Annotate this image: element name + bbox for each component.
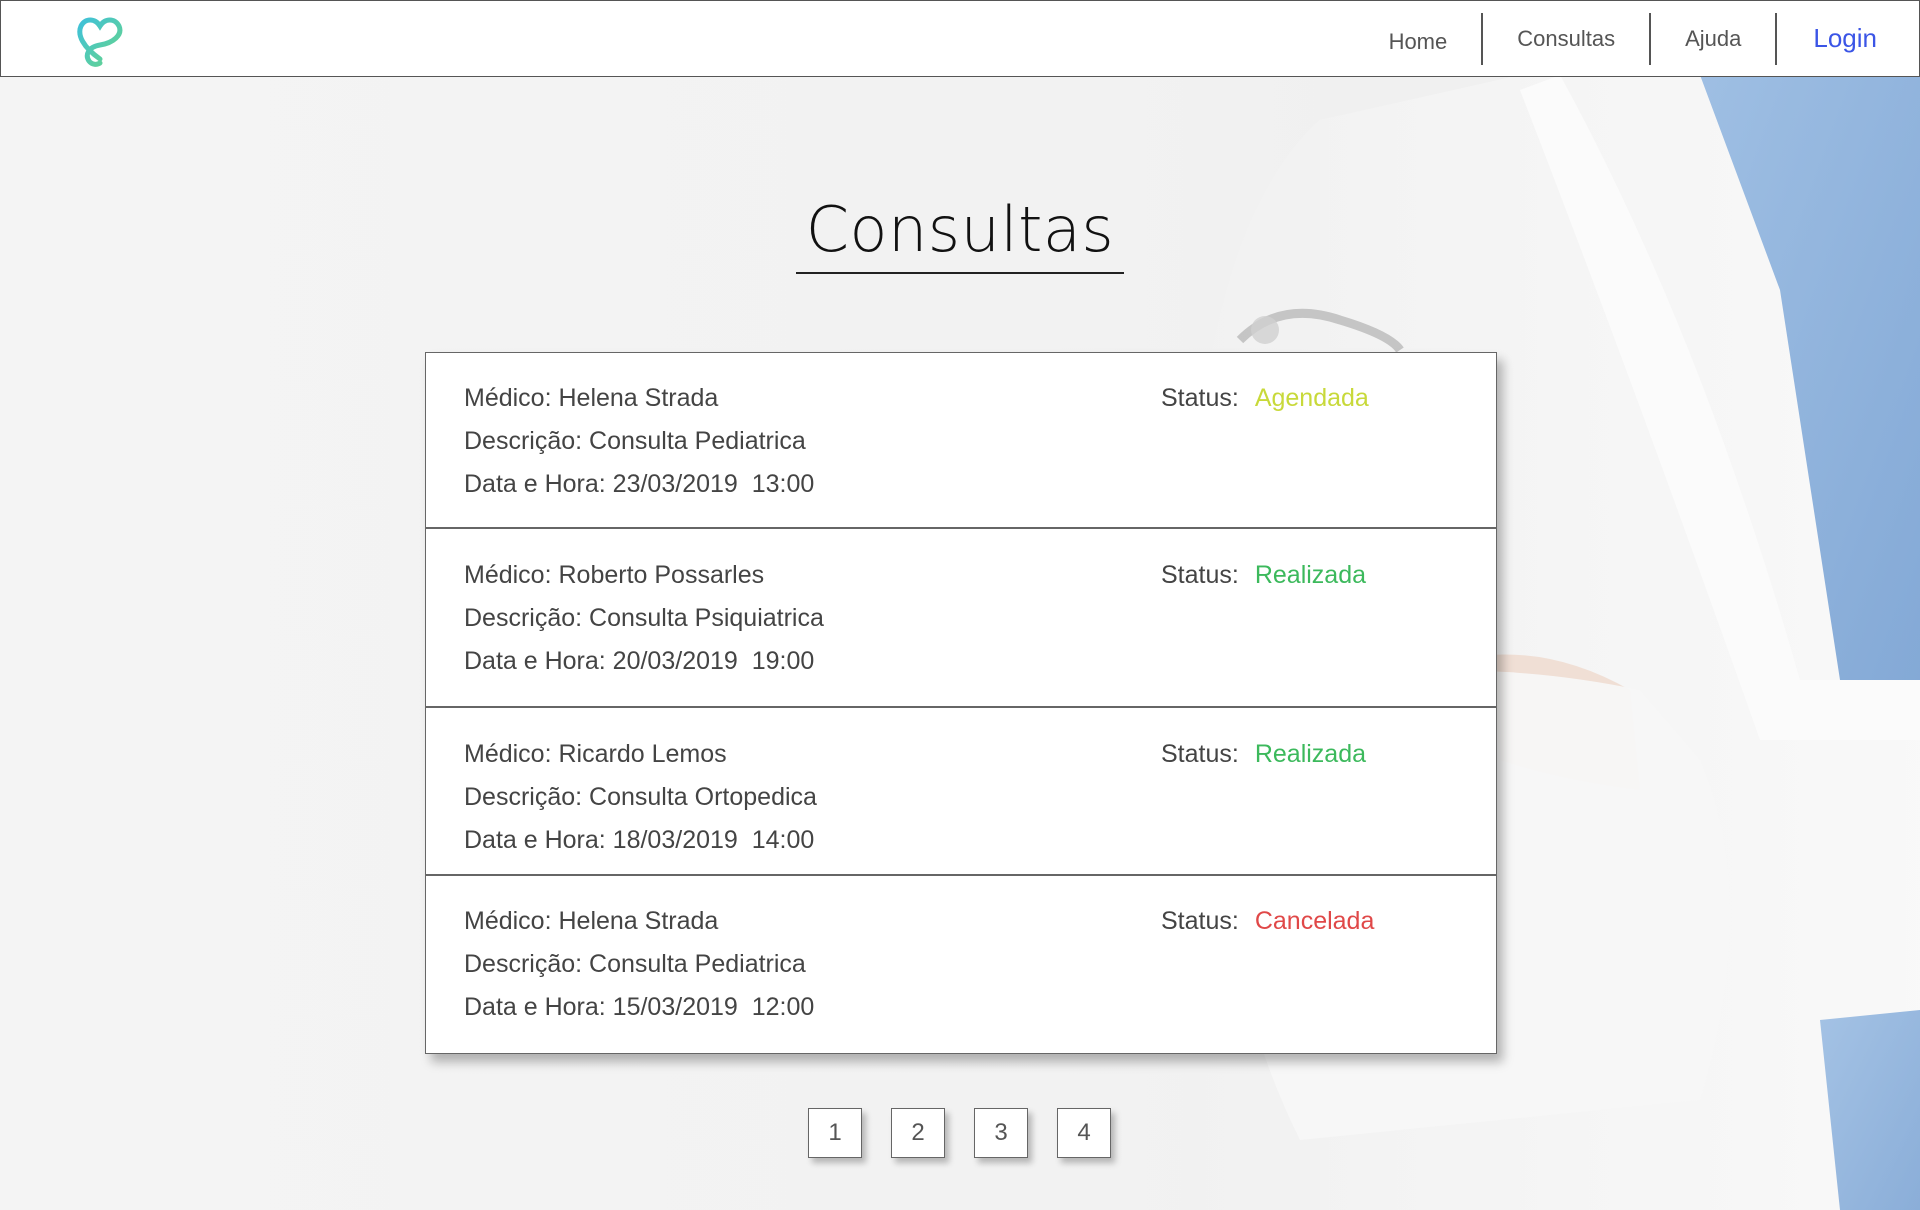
- page-4-button[interactable]: 4: [1057, 1108, 1111, 1158]
- top-navbar: Home Consultas Ajuda Login: [0, 0, 1920, 77]
- descricao-text: Descrição: Consulta Pediatrica: [464, 427, 806, 455]
- nav-login-link[interactable]: Login: [1777, 13, 1919, 65]
- status-label: Status:: [1161, 384, 1239, 412]
- main-nav: Home Consultas Ajuda Login: [1355, 1, 1919, 76]
- status-label: Status:: [1161, 907, 1239, 935]
- status-row: Status: Cancelada: [1161, 900, 1374, 943]
- title-underline: [796, 272, 1124, 274]
- consultas-list: Status: Agendada Médico: Helena Strada De…: [425, 352, 1497, 1054]
- data-hora-text: Data e Hora: 20/03/2019 19:00: [464, 647, 815, 675]
- nav-ajuda-link[interactable]: Ajuda: [1651, 13, 1775, 65]
- status-value: Cancelada: [1254, 907, 1375, 935]
- page-title-block: Consultas: [796, 190, 1124, 274]
- status-row: Status: Realizada: [1161, 733, 1366, 776]
- page-2-button[interactable]: 2: [891, 1108, 945, 1158]
- consulta-card[interactable]: Status: Realizada Médico: Ricardo Lemos D…: [426, 708, 1496, 876]
- descricao-text: Descrição: Consulta Ortopedica: [464, 783, 817, 811]
- consulta-card[interactable]: Status: Agendada Médico: Helena Strada De…: [426, 353, 1496, 529]
- page-title: Consultas: [805, 193, 1115, 266]
- status-value: Realizada: [1254, 740, 1367, 768]
- status-row: Status: Agendada: [1161, 377, 1369, 420]
- pagination: 1 2 3 4: [808, 1108, 1140, 1158]
- consulta-card[interactable]: Status: Cancelada Médico: Helena Strada D…: [426, 876, 1496, 1053]
- status-label: Status:: [1161, 561, 1239, 589]
- consulta-card[interactable]: Status: Realizada Médico: Roberto Possarl…: [426, 529, 1496, 708]
- heart-s-logo-icon[interactable]: [73, 13, 127, 67]
- nav-home-link[interactable]: Home: [1355, 10, 1482, 68]
- status-value: Agendada: [1254, 384, 1369, 412]
- data-hora-text: Data e Hora: 15/03/2019 12:00: [464, 993, 815, 1021]
- descricao-text: Descrição: Consulta Pediatrica: [464, 950, 806, 978]
- data-hora-text: Data e Hora: 23/03/2019 13:00: [464, 470, 815, 498]
- status-label: Status:: [1161, 740, 1239, 768]
- data-hora-text: Data e Hora: 18/03/2019 14:00: [464, 826, 815, 854]
- page-3-button[interactable]: 3: [974, 1108, 1028, 1158]
- status-row: Status: Realizada: [1161, 554, 1366, 597]
- status-value: Realizada: [1254, 561, 1367, 589]
- descricao-text: Descrição: Consulta Psiquiatrica: [464, 604, 824, 632]
- page-1-button[interactable]: 1: [808, 1108, 862, 1158]
- nav-consultas-link[interactable]: Consultas: [1483, 13, 1649, 65]
